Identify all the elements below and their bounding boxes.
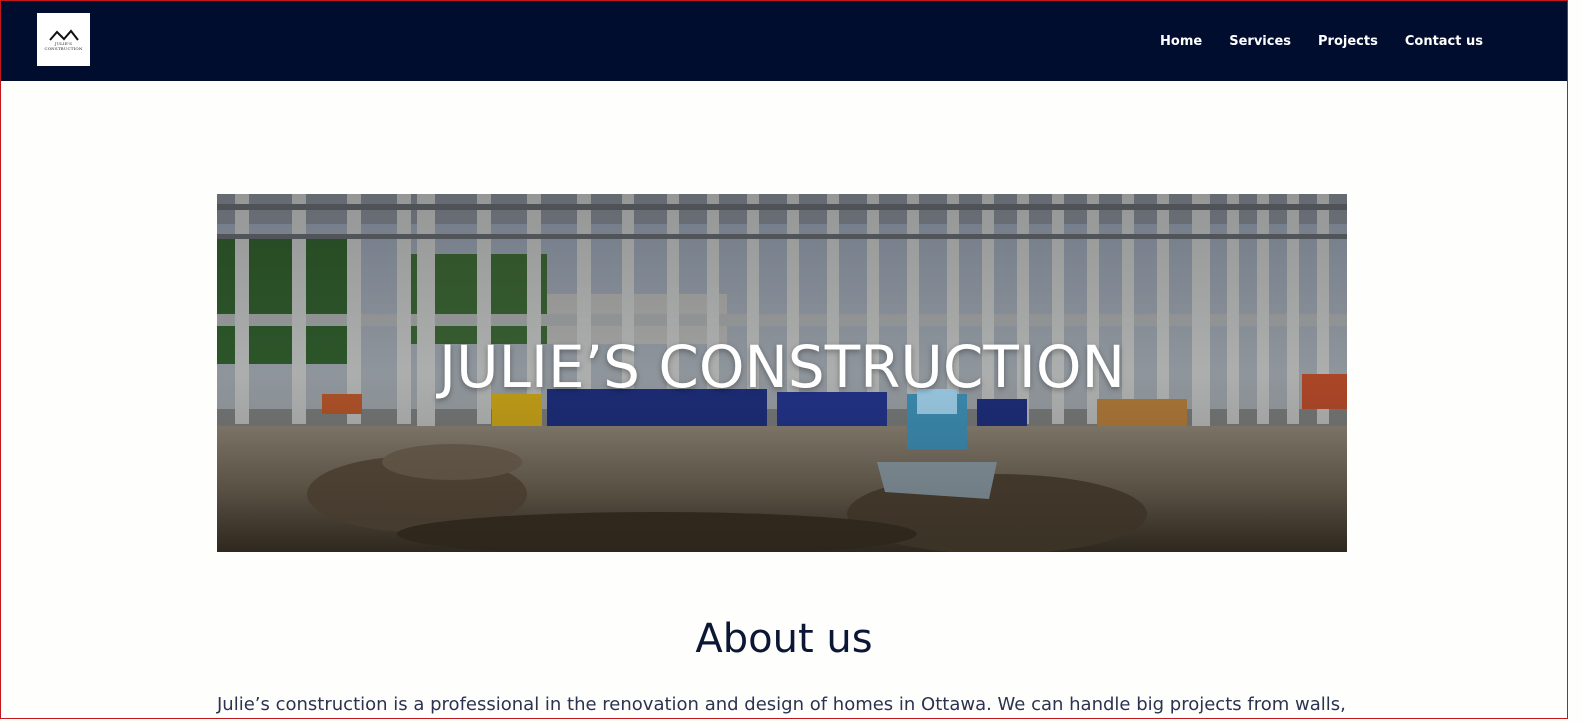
about-heading: About us [695, 616, 873, 662]
hero-banner: JULIE’S CONSTRUCTION [217, 194, 1347, 552]
nav-projects[interactable]: Projects [1318, 34, 1378, 49]
browser-viewport: JULIE'S CONSTRUCTION Home Services Proje… [0, 0, 1568, 719]
nav-contact-us[interactable]: Contact us [1405, 34, 1483, 49]
site-logo[interactable]: JULIE'S CONSTRUCTION [37, 13, 90, 66]
about-text: Julie’s construction is a professional i… [217, 694, 1346, 715]
hero-title: JULIE’S CONSTRUCTION [439, 333, 1125, 401]
roof-icon [48, 28, 79, 41]
navbar: JULIE'S CONSTRUCTION Home Services Proje… [1, 1, 1567, 81]
main-nav: Home Services Projects Contact us [1160, 1, 1483, 81]
logo-text-line2: CONSTRUCTION [44, 45, 83, 51]
nav-services[interactable]: Services [1229, 34, 1291, 49]
nav-home[interactable]: Home [1160, 34, 1202, 49]
